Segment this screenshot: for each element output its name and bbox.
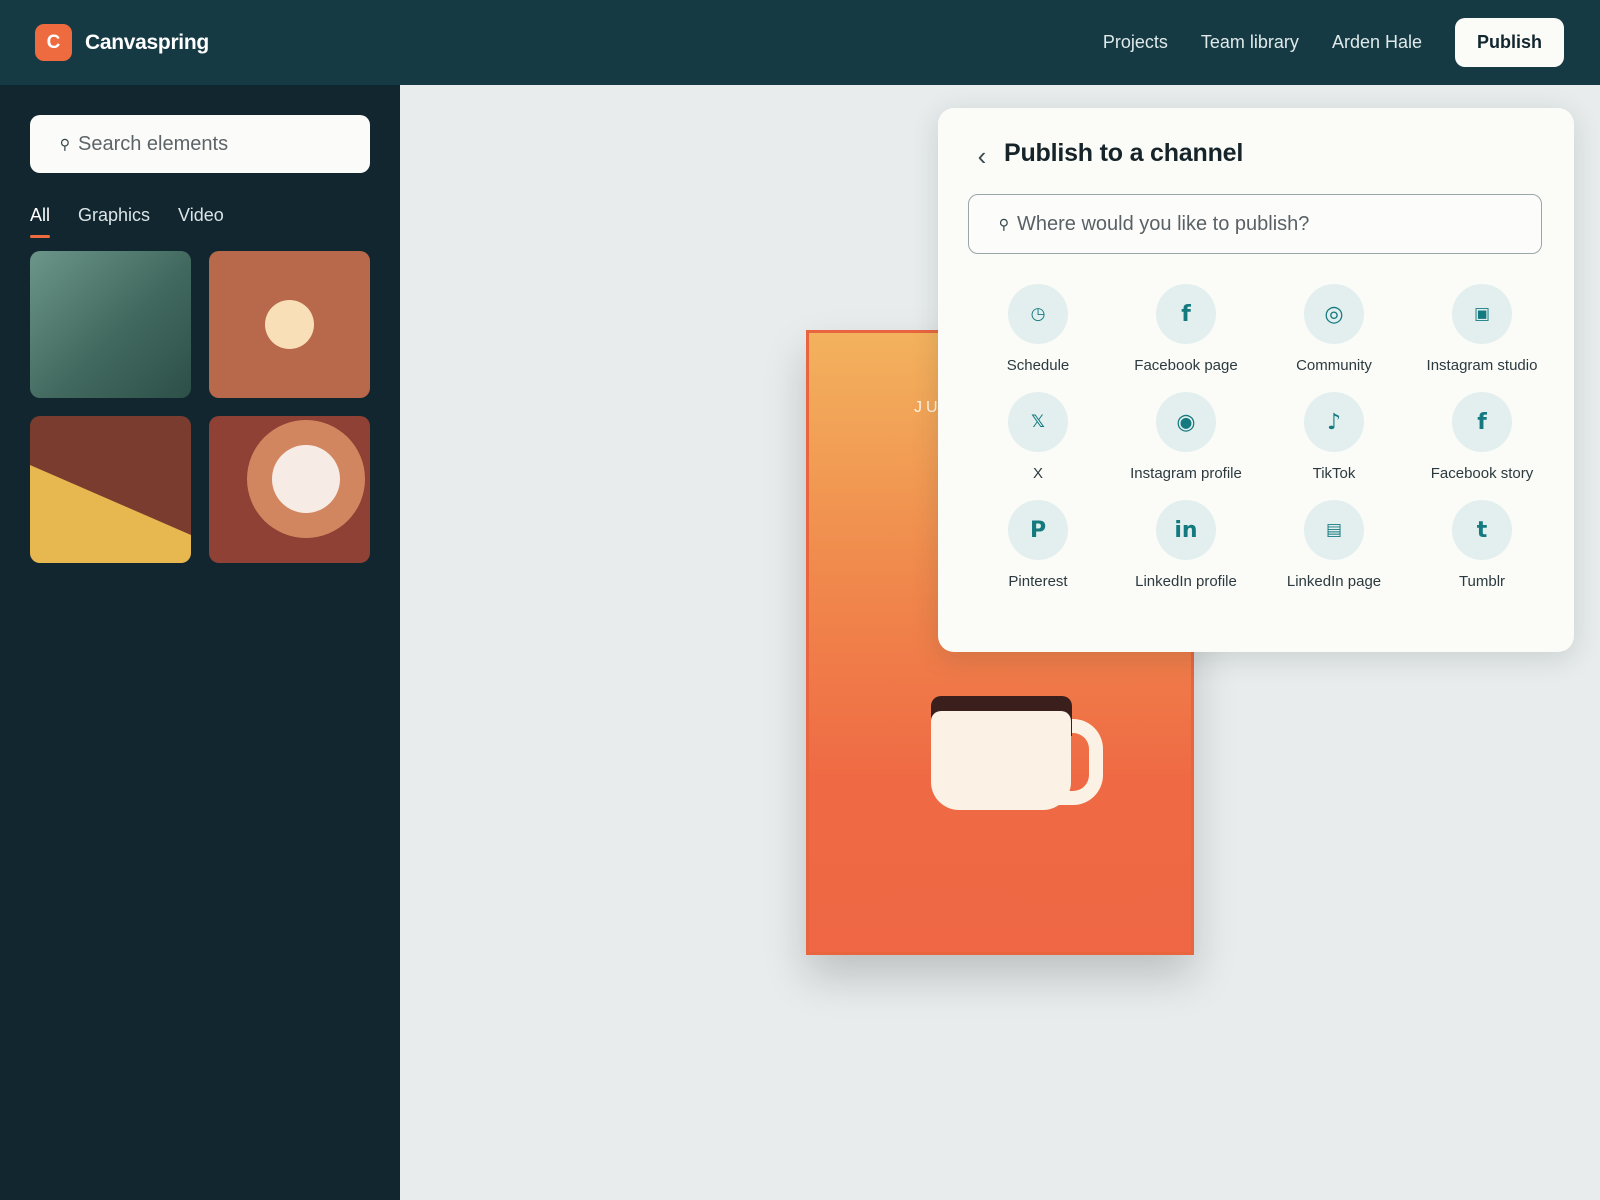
channel-tiktok[interactable]: ♪ TikTok [1260,392,1408,482]
x-icon: 𝕏 [1008,392,1068,452]
back-chevron-icon[interactable]: ‹ [970,141,994,171]
channel-linkedin-profile[interactable]: in LinkedIn profile [1112,500,1260,590]
channel-label: Instagram studio [1426,357,1538,374]
channel-label: Facebook page [1134,357,1238,374]
facebook-story-icon: f [1452,392,1512,452]
top-bar: C Canvaspring Projects Team library Arde… [0,0,1600,85]
element-grid [30,251,370,563]
element-tile-sun-dot[interactable] [209,251,370,398]
channel-search[interactable]: ⚲ [968,194,1542,254]
publish-panel-header: ‹ Publish to a channel [968,138,1544,171]
channel-label: Tumblr [1458,573,1506,590]
instagram-icon: ◉ [1156,392,1216,452]
channel-instagram-studio[interactable]: ▣ Instagram studio [1408,284,1556,374]
nav-team-library[interactable]: Team library [1201,32,1299,53]
channel-label: Community [1296,357,1372,374]
tumblr-icon: t [1452,500,1512,560]
channel-pinterest[interactable]: P Pinterest [964,500,1112,590]
channel-x[interactable]: 𝕏 X [964,392,1112,482]
channel-label: Instagram profile [1130,465,1242,482]
elements-search[interactable]: ⚲ [30,115,370,173]
elements-sidebar: ⚲ All Graphics Video [0,85,400,1200]
elements-search-input[interactable] [78,132,348,156]
channel-grid: ◷ Schedule f Facebook page ◎ Community ▣… [964,284,1544,590]
element-tile-diagonal[interactable] [30,416,191,563]
channel-tumblr[interactable]: t Tumblr [1408,500,1556,590]
diagonal-shape [30,465,191,563]
channel-facebook-story[interactable]: f Facebook story [1408,392,1556,482]
search-icon: ⚲ [59,135,70,152]
facebook-icon: f [1156,284,1216,344]
channel-schedule[interactable]: ◷ Schedule [964,284,1112,374]
channel-label: Facebook story [1430,465,1534,482]
tab-graphics[interactable]: Graphics [78,205,150,238]
channel-label: Schedule [1006,357,1070,374]
instagram-studio-icon: ▣ [1452,284,1512,344]
channel-instagram-profile[interactable]: ◉ Instagram profile [1112,392,1260,482]
nav-projects[interactable]: Projects [1103,32,1168,53]
brand[interactable]: C Canvaspring [35,24,209,61]
channel-label: LinkedIn page [1286,573,1382,590]
channel-label: Pinterest [1008,573,1068,590]
tab-all[interactable]: All [30,205,51,238]
linkedin-page-icon: ▤ [1304,500,1364,560]
channel-community[interactable]: ◎ Community [1260,284,1408,374]
tab-video[interactable]: Video [178,205,224,238]
publish-panel-title: Publish to a channel [1004,138,1244,167]
top-nav: Projects Team library Arden Hale Publish [1103,18,1565,67]
search-icon: ⚲ [998,215,1009,232]
logo-icon: C [35,24,72,61]
publish-button[interactable]: Publish [1455,18,1564,67]
sidebar-tabs: All Graphics Video [30,205,370,238]
circle-shape [265,300,314,349]
element-tile-ring[interactable] [209,416,370,563]
channel-label: TikTok [1312,465,1356,482]
nav-user-account[interactable]: Arden Hale [1332,32,1422,53]
mug-graphic [931,711,1071,810]
ring-inner-shape [272,445,340,513]
element-tile-green-gradient[interactable] [30,251,191,398]
channel-label: LinkedIn profile [1135,573,1237,590]
channel-label: X [1032,465,1043,482]
pinterest-icon: P [1008,500,1068,560]
channel-facebook-page[interactable]: f Facebook page [1112,284,1260,374]
linkedin-icon: in [1156,500,1216,560]
tiktok-icon: ♪ [1304,392,1364,452]
community-icon: ◎ [1304,284,1364,344]
publish-panel: ‹ Publish to a channel ⚲ ◷ Schedule f Fa… [938,108,1574,652]
brand-name: Canvaspring [85,30,209,54]
channel-search-input[interactable] [1017,212,1517,236]
channel-linkedin-page[interactable]: ▤ LinkedIn page [1260,500,1408,590]
clock-icon: ◷ [1008,284,1068,344]
